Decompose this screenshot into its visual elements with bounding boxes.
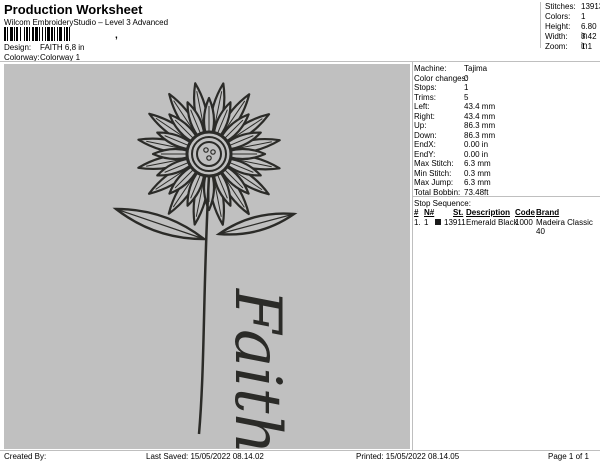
- row-brand: Madeira Classic 40: [536, 218, 593, 236]
- info-label: Total Bobbin:: [414, 187, 461, 197]
- barcode: [4, 27, 70, 41]
- printed-date: Printed: 15/05/2022 08.14.05: [356, 452, 460, 461]
- info-value: 0.3 mm: [464, 168, 491, 178]
- embroidery-artwork: Faith: [112, 82, 298, 449]
- info-row: EndY: 0.00 in: [414, 150, 600, 160]
- info-label: Stops:: [414, 83, 437, 92]
- info-row: Total Bobbin: 73.48ft: [414, 188, 600, 198]
- faith-lettering: Faith: [220, 288, 294, 449]
- row-n: 1: [424, 218, 429, 227]
- info-label: Left:: [414, 102, 430, 111]
- info-label: Max Stitch:: [414, 159, 454, 168]
- table-row: 1. 1 13911 Emerald Black 1000 Madeira Cl…: [414, 218, 600, 236]
- row-num: 1.: [414, 218, 421, 227]
- info-row: Up: 86.3 mm: [414, 121, 600, 131]
- barcode-suffix: ,: [115, 30, 118, 41]
- info-value: 86.3 mm: [464, 121, 496, 130]
- info-row: Min Stitch: 0.3 mm: [414, 169, 600, 179]
- software-name: Wilcom EmbroideryStudio – Level 3 Advanc…: [4, 18, 169, 27]
- info-value: 0: [464, 73, 469, 83]
- info-label: Down:: [414, 130, 437, 140]
- design-value: FAITH 6,8 in: [40, 43, 85, 52]
- info-label: Color changes:: [414, 73, 468, 83]
- summary-zoom: Zoom: 1:1: [545, 42, 593, 51]
- stop-sequence-header: # N# St. Description Code Brand: [414, 208, 600, 218]
- info-value: 0.00 in: [464, 149, 489, 159]
- design-preview: Faith: [4, 64, 410, 449]
- info-row: Color changes: 0: [414, 74, 600, 84]
- column-divider: [412, 61, 413, 450]
- info-row: EndX: 0.00 in: [414, 140, 600, 150]
- col-brand: Brand: [536, 208, 560, 217]
- info-value: 1: [464, 83, 469, 92]
- info-label: Up:: [414, 121, 427, 130]
- created-by: Created By:: [4, 452, 47, 461]
- info-row: Machine: Tajima: [414, 64, 600, 74]
- info-value: 6.3 mm: [464, 159, 491, 168]
- info-row: Max Stitch: 6.3 mm: [414, 159, 600, 169]
- row-st: 13911: [444, 218, 466, 227]
- info-row: Down: 86.3 mm: [414, 131, 600, 141]
- last-saved: Last Saved: 15/05/2022 08.14.02: [146, 452, 264, 461]
- row-code: 1000: [515, 218, 533, 227]
- design-label: Design:: [4, 43, 32, 52]
- col-description: Description: [466, 208, 511, 217]
- stop-sequence-label: Stop Sequence:: [414, 199, 471, 208]
- summary-width: Width: 3.42 in: [545, 32, 597, 50]
- info-label: EndY:: [414, 149, 436, 159]
- info-label: Right:: [414, 111, 435, 121]
- summary-stitches: Stitches:13913: [545, 2, 600, 11]
- header-divider: [0, 61, 600, 62]
- info-value: 0.00 in: [464, 140, 489, 149]
- info-value: 86.3 mm: [464, 130, 496, 140]
- info-label: Trims:: [414, 92, 436, 102]
- leaves-motif: [112, 207, 298, 241]
- info-label: Min Stitch:: [414, 168, 452, 178]
- info-value: 6.3 mm: [464, 178, 491, 187]
- col-n: N#: [424, 208, 435, 217]
- info-label: Machine:: [414, 64, 447, 73]
- row-description: Emerald Black: [466, 218, 518, 227]
- info-label: EndX:: [414, 140, 436, 149]
- info-value: Tajima: [464, 64, 488, 73]
- design-row: Design: FAITH 6,8 in: [4, 43, 204, 53]
- col-st: St.: [453, 208, 464, 217]
- summary-height: Height: 6.80 in: [545, 22, 597, 40]
- page-number: Page 1 of 1: [548, 452, 589, 461]
- info-row: Trims: 5: [414, 93, 600, 103]
- summary-colors: Colors: 1: [545, 12, 586, 21]
- info-label: Max Jump:: [414, 178, 454, 187]
- page-title: Production Worksheet: [4, 2, 143, 17]
- info-row: Left: 43.4 mm: [414, 102, 600, 112]
- summary-panel: Stitches:13913 Colors:1 Height:6.80 in W…: [540, 2, 600, 51]
- thread-color-swatch: [435, 219, 441, 225]
- col-num: #: [414, 208, 419, 217]
- info-row: Stops: 1: [414, 83, 600, 93]
- info-value: 43.4 mm: [464, 102, 496, 111]
- col-code: Code: [515, 208, 535, 217]
- info-row: Right: 43.4 mm: [414, 112, 600, 122]
- footer-divider: [0, 450, 600, 451]
- info-value: 5: [464, 92, 469, 102]
- info-value: 43.4 mm: [464, 111, 496, 121]
- info-row: Max Jump: 6.3 mm: [414, 178, 600, 188]
- info-value: 73.48ft: [464, 187, 489, 197]
